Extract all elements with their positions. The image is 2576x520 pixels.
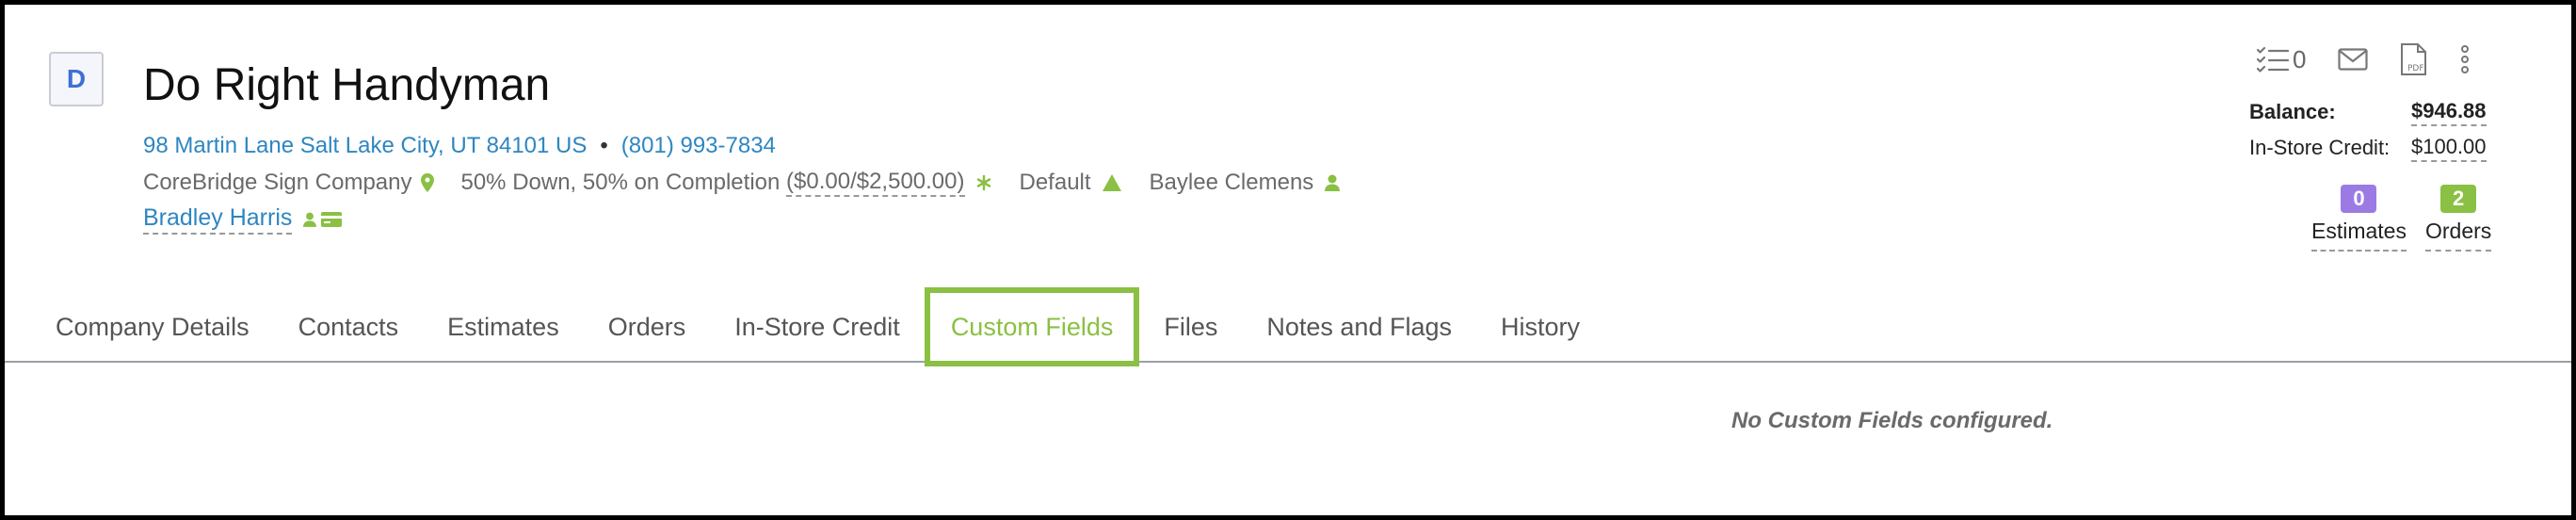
estimates-count-badge: 0 [2341,185,2377,213]
balance-value[interactable]: $946.88 [2411,99,2487,126]
credit-value[interactable]: $100.00 [2411,135,2487,162]
contact-person-icon [303,212,317,227]
balance-label: Balance: [2249,100,2336,123]
credit-row: In-Store Credit: $100.00 [2249,130,2487,166]
balance-row: Balance: $946.88 [2249,94,2487,130]
pricing-tier-icon [1102,174,1121,191]
primary-contact: Bradley Harris [143,204,343,235]
tab-in-store-credit[interactable]: In-Store Credit [710,287,925,366]
orders-counter[interactable]: 2 Orders [2424,185,2492,252]
envelope-icon [2338,48,2369,71]
tab-contacts[interactable]: Contacts [274,287,424,366]
company-address-link[interactable]: 98 Martin Lane Salt Lake City, UT 84101 … [143,133,587,158]
pdf-button[interactable]: PDF [2400,42,2428,76]
pdf-file-icon: PDF [2400,42,2428,76]
email-button[interactable] [2338,48,2369,71]
orders-count-badge: 2 [2440,185,2477,213]
estimates-counter-label: Estimates [2311,219,2407,252]
orders-counter-label: Orders [2424,219,2492,252]
company-logo-letter: D [66,64,87,93]
separator-dot: • [600,133,608,158]
asterisk-icon [976,175,991,190]
credit-label: In-Store Credit: [2249,136,2391,159]
location-name: CoreBridge Sign Company [143,170,412,195]
tasks-button[interactable]: 0 [2257,45,2306,74]
company-phone-link[interactable]: (801) 993-7834 [621,133,776,158]
tab-history[interactable]: History [1476,287,1604,366]
empty-state-message: No Custom Fields configured. [1731,408,2053,433]
company-page: D Do Right Handyman 98 Martin Lane Salt … [5,5,2571,515]
tab-files[interactable]: Files [1139,287,1242,366]
record-counters: 0 Estimates 2 Orders [2311,185,2510,252]
more-vertical-icon [2460,45,2470,73]
more-options-button[interactable] [2460,45,2470,73]
balance-summary: Balance: $946.88 In-Store Credit: $100.0… [2249,94,2487,166]
header-toolbar: 0 PDF [2257,42,2502,76]
tab-custom-fields[interactable]: Custom Fields [924,287,1140,366]
map-pin-icon [421,173,435,192]
checklist-icon [2257,46,2289,73]
salesperson-name: Baylee Clemens [1149,170,1314,195]
payment-terms: 50% Down, 50% on Completion [460,170,787,195]
info-line: CoreBridge Sign Company 50% Down, 50% on… [143,169,1341,197]
tab-estimates[interactable]: Estimates [423,287,584,366]
svg-text:PDF: PDF [2407,64,2424,73]
contact-name-link[interactable]: Bradley Harris [143,204,293,235]
estimates-counter[interactable]: 0 Estimates [2311,185,2407,252]
task-count: 0 [2293,44,2307,73]
person-icon [1325,174,1341,191]
pricing-level: Default [1019,170,1091,195]
tab-notes-and-flags[interactable]: Notes and Flags [1242,287,1476,366]
tab-company-details[interactable]: Company Details [31,287,274,366]
credit-card-icon [321,212,343,227]
company-logo[interactable]: D [49,52,104,106]
page-title: Do Right Handyman [143,60,551,110]
payment-terms-amounts[interactable]: ($0.00/$2,500.00) [786,169,965,197]
address-line: 98 Martin Lane Salt Lake City, UT 84101 … [143,133,776,159]
tab-bar: Company Details Contacts Estimates Order… [31,287,1604,366]
tab-orders[interactable]: Orders [584,287,711,366]
